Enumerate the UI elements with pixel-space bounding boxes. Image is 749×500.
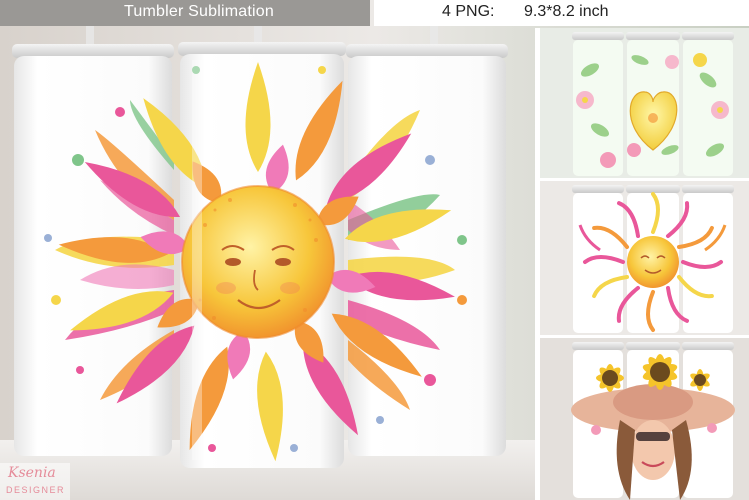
- preview-panel-woman: [540, 338, 749, 500]
- title-banner: Tumbler Sublimation: [0, 0, 370, 26]
- png-count-label: 4 PNG:: [442, 3, 495, 20]
- product-mockup-scene: [0, 0, 749, 500]
- main-tumbler-group: [12, 6, 508, 468]
- logo-name: Ksenia: [8, 465, 56, 481]
- spec-banner: 4 PNG: 9.3*8.2 inch: [374, 0, 749, 26]
- dimensions-label: 9.3*8.2 inch: [524, 3, 609, 20]
- preview-panel-flowers: [540, 28, 749, 178]
- designer-logo: Ksenia DESIGNER: [0, 463, 70, 500]
- banner-title: Tumbler Sublimation: [124, 3, 274, 20]
- logo-subtitle: DESIGNER: [6, 485, 66, 495]
- preview-panel-sun: [540, 181, 749, 335]
